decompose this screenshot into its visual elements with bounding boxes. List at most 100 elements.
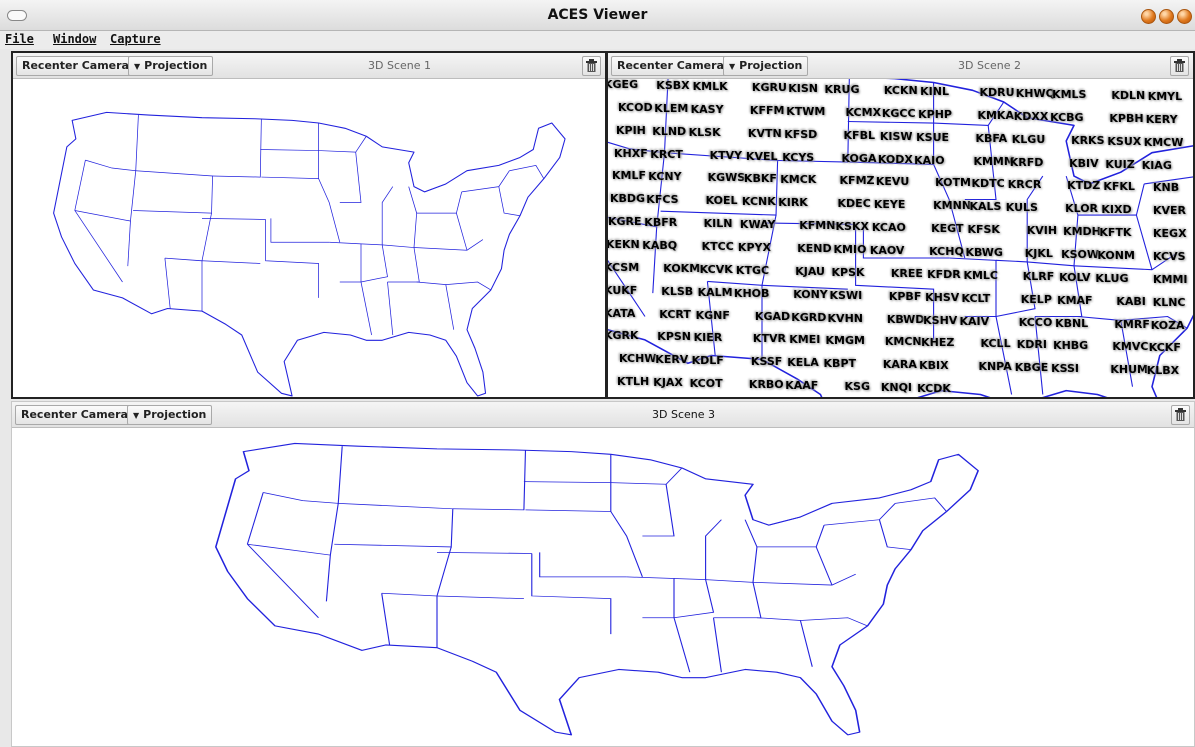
station-label: KFKL	[1103, 180, 1135, 194]
state-border	[878, 519, 912, 551]
us-map	[53, 111, 566, 397]
station-label: KJAX	[653, 376, 683, 390]
station-label: KOGA	[841, 151, 877, 165]
state-border	[381, 546, 452, 597]
station-label: KCKN	[883, 84, 918, 97]
station-label: KBWD	[886, 312, 925, 326]
scene-viewport-3[interactable]	[12, 428, 1194, 746]
close-icon[interactable]	[1177, 9, 1192, 24]
projection-dropdown[interactable]: ▼ Projection	[128, 56, 214, 76]
trash-icon[interactable]	[1171, 405, 1190, 425]
station-label: KUIZ	[1105, 157, 1135, 171]
menu-capture[interactable]: Capture	[110, 32, 161, 46]
state-border	[416, 281, 455, 330]
station-label: KLNC	[1152, 295, 1186, 309]
station-label: KCHW	[619, 352, 657, 366]
maximize-icon[interactable]	[1159, 9, 1174, 24]
state-border	[673, 578, 715, 619]
station-label: KUKF	[608, 283, 638, 297]
station-label: KOTM	[935, 176, 971, 190]
station-label: KBFA	[975, 131, 1008, 145]
station-label: KBPT	[823, 357, 857, 371]
station-label: KMLK	[692, 80, 728, 93]
station-label: KEYE	[873, 198, 906, 212]
station-label: KGEG	[608, 79, 639, 91]
station-label: KNQI	[880, 381, 913, 395]
station-label: KIAG	[1141, 158, 1172, 172]
station-label: KRBO	[748, 378, 784, 392]
station-label: KFMN	[799, 219, 836, 233]
station-label: KSKX	[835, 220, 869, 234]
station-label: KGNF	[695, 308, 730, 322]
station-label: KRUG	[824, 83, 860, 96]
station-label: KVHN	[827, 311, 863, 325]
state-border	[74, 210, 123, 283]
station-label: KCNK	[741, 195, 776, 209]
recenter-camera-button[interactable]: Recenter Camera	[611, 56, 730, 76]
station-label: KPIH	[616, 123, 646, 137]
station-label: KEVU	[875, 175, 910, 189]
state-border	[85, 115, 139, 172]
menu-file[interactable]: File	[5, 32, 34, 46]
scene-viewport-1[interactable]	[13, 79, 605, 397]
menu-window[interactable]: Window	[53, 32, 96, 46]
station-label: KODX	[877, 152, 913, 166]
station-label: KBIX	[919, 359, 949, 373]
station-label: KFMZ	[839, 174, 875, 188]
station-label: KDTC	[971, 177, 1005, 191]
station-label: KGRD	[791, 310, 827, 324]
recenter-camera-button[interactable]: Recenter Camera	[16, 56, 135, 76]
state-border	[318, 178, 341, 243]
station-label: KCDK	[917, 382, 951, 396]
station-label: KFDR	[927, 267, 961, 281]
state-border	[381, 593, 391, 646]
recenter-camera-button[interactable]: Recenter Camera	[15, 405, 134, 425]
station-label: KAOV	[869, 244, 905, 257]
station-label: KPSK	[831, 265, 865, 279]
station-label: KREE	[890, 266, 923, 280]
station-label: KCAO	[871, 221, 906, 235]
station-label: KAAF	[785, 379, 819, 393]
station-label: KSWI	[829, 288, 863, 302]
station-label: KLGU	[1011, 132, 1046, 146]
state-border	[673, 617, 691, 673]
station-label: KTVR	[752, 332, 786, 346]
station-label: KNPA	[978, 360, 1012, 374]
station-label: KONY	[793, 287, 828, 301]
station-label: KABI	[1116, 294, 1146, 308]
state-border	[381, 186, 394, 245]
station-label: KFSD	[784, 127, 818, 141]
projection-dropdown[interactable]: ▼ Projection	[723, 56, 809, 76]
state-border	[74, 160, 86, 211]
station-label: KFTK	[1099, 226, 1132, 240]
state-border	[768, 516, 801, 526]
state-border	[461, 170, 510, 193]
state-border	[456, 212, 468, 251]
state-border	[523, 481, 611, 484]
window-titlebar[interactable]: ACES Viewer	[0, 0, 1195, 31]
station-label: KILN	[703, 217, 733, 231]
state-border	[995, 259, 1036, 318]
station-label: KBGE	[1014, 361, 1049, 375]
station-label: KULS	[1005, 201, 1038, 215]
us-coastline-outline	[215, 442, 979, 736]
minimize-icon[interactable]	[1141, 9, 1156, 24]
station-label: KMLC	[963, 268, 999, 282]
trash-icon[interactable]	[1170, 56, 1189, 76]
station-label: KATA	[608, 306, 636, 320]
station-label: KALS	[969, 200, 1002, 214]
trash-icon[interactable]	[582, 56, 601, 76]
station-label: KGRE	[608, 215, 642, 229]
station-label: KLUG	[1095, 271, 1129, 285]
station-label: KGCC	[881, 106, 916, 120]
menu-bar: File Window Capture	[0, 31, 1195, 49]
projection-dropdown[interactable]: ▼ Projection	[127, 405, 213, 425]
station-label: KPBH	[1109, 111, 1144, 125]
station-label: KCVK	[699, 262, 733, 276]
station-label: KSHV	[923, 313, 958, 327]
state-border	[824, 503, 896, 526]
station-label: KEGT	[931, 222, 964, 236]
station-label: KWAY	[739, 218, 776, 232]
scene-viewport-2[interactable]: KGEG KSBX KMLK KGRU KISN KRUG KCKN KINL KDRU KHWQ…	[608, 79, 1193, 397]
us-map	[215, 442, 979, 736]
